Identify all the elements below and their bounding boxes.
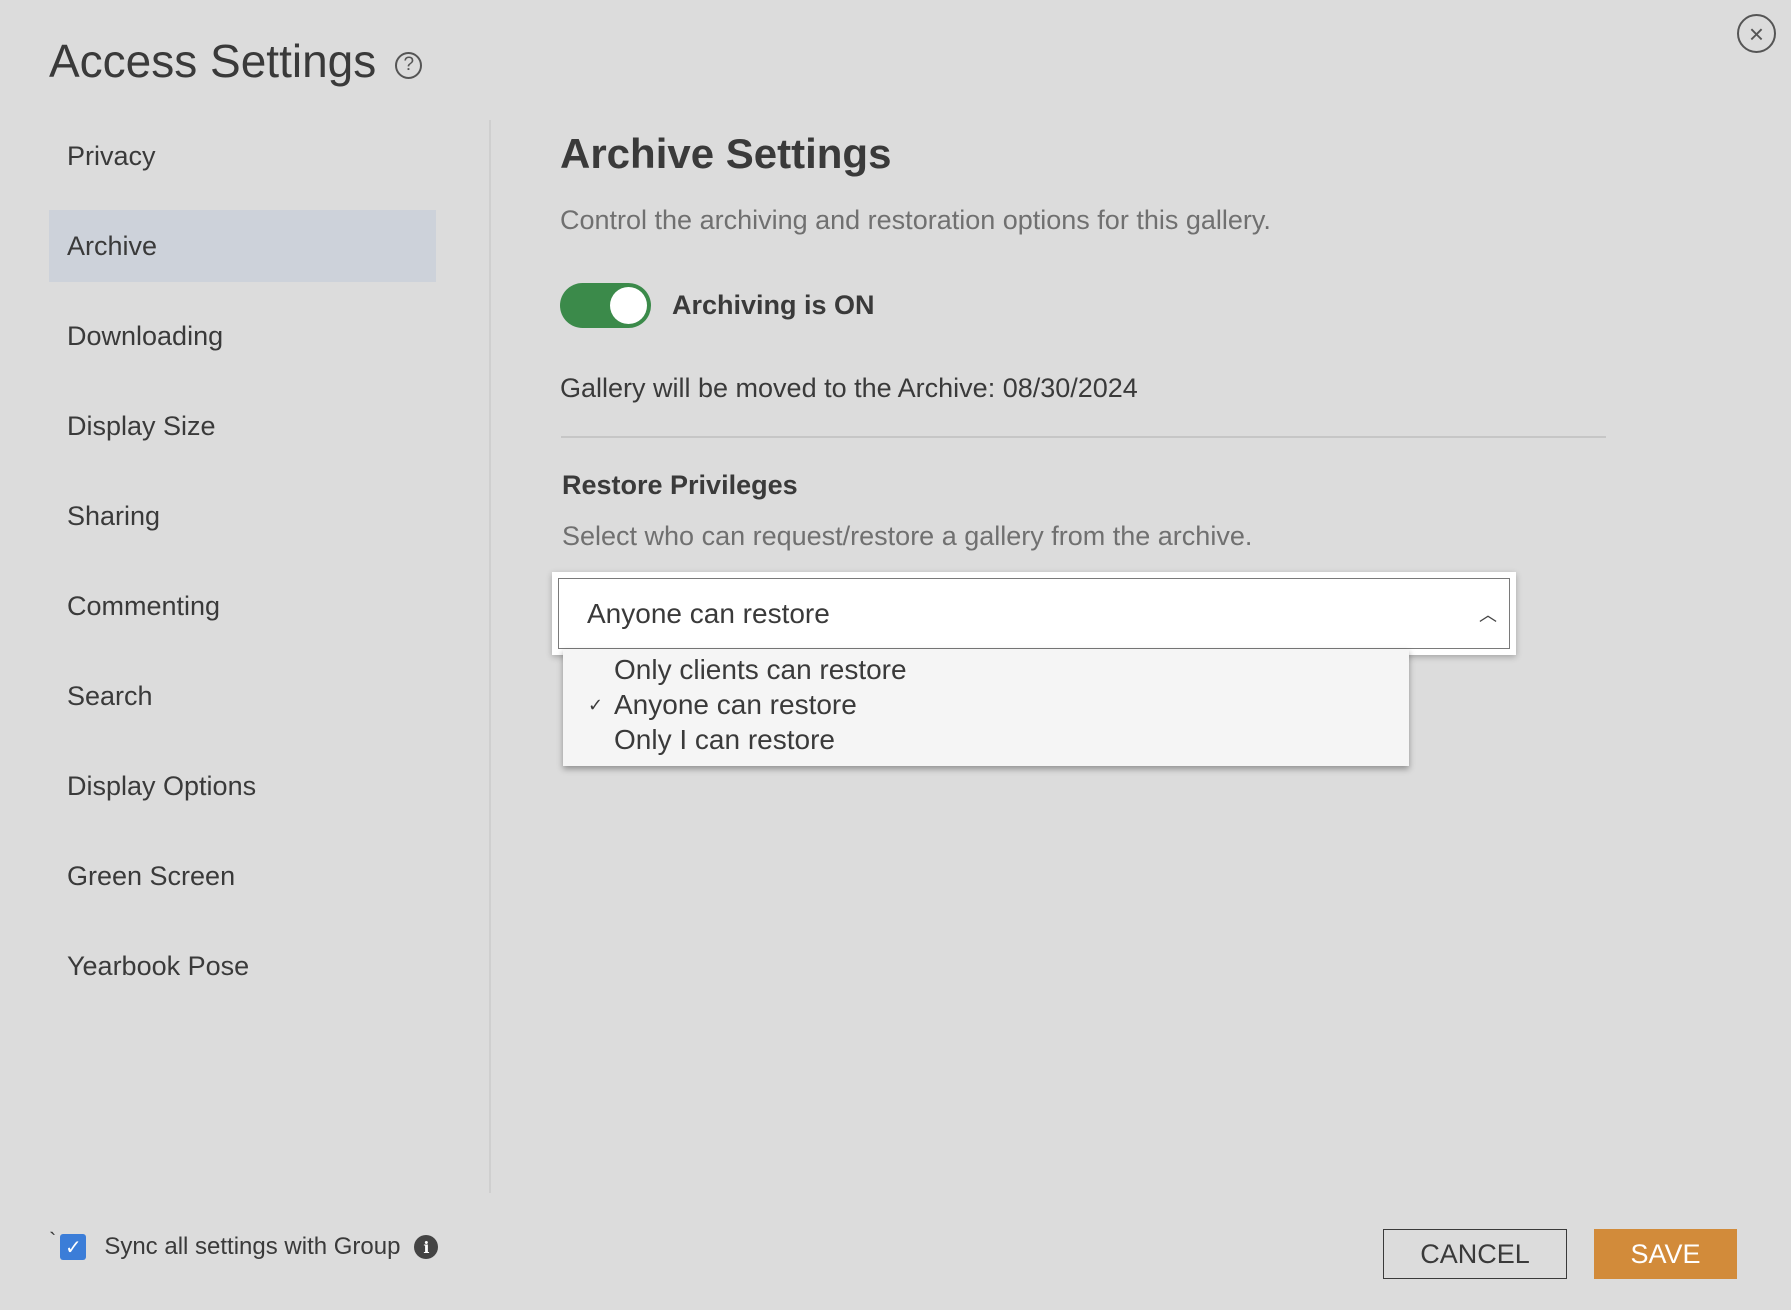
sidebar-item-sharing[interactable]: Sharing bbox=[49, 480, 436, 552]
restore-privileges-title: Restore Privileges bbox=[562, 470, 798, 500]
sidebar-item-commenting[interactable]: Commenting bbox=[49, 570, 436, 642]
option-only-clients[interactable]: Only clients can restore bbox=[563, 652, 1409, 687]
section-title: Archive Settings bbox=[560, 130, 892, 177]
sidebar-item-label: Archive bbox=[67, 230, 158, 261]
sidebar-item-label: Green Screen bbox=[67, 860, 236, 891]
sidebar-item-green-screen[interactable]: Green Screen bbox=[49, 840, 436, 912]
restore-select-wrapper: Anyone can restore ︿ bbox=[552, 572, 1516, 655]
sidebar-item-label: Sharing bbox=[67, 500, 161, 531]
sync-settings-row: ` ✓ Sync all settings with Group i bbox=[49, 1228, 439, 1261]
sidebar-item-search[interactable]: Search bbox=[49, 660, 436, 732]
sync-label: Sync all settings with Group bbox=[104, 1233, 401, 1260]
section-divider bbox=[561, 436, 1606, 438]
archiving-status-label: Archiving is ON bbox=[672, 290, 875, 320]
save-button[interactable]: SAVE bbox=[1594, 1229, 1737, 1279]
toggle-knob bbox=[610, 287, 647, 324]
sidebar-item-downloading[interactable]: Downloading bbox=[49, 300, 436, 372]
select-value: Anyone can restore bbox=[587, 597, 830, 629]
sidebar-item-privacy[interactable]: Privacy bbox=[49, 120, 436, 192]
sidebar-item-label: Yearbook Pose bbox=[67, 950, 250, 981]
sidebar-item-label: Search bbox=[67, 680, 153, 711]
cancel-button[interactable]: CANCEL bbox=[1383, 1229, 1567, 1279]
check-icon: ✓ bbox=[588, 695, 604, 715]
sidebar-item-yearbook-pose[interactable]: Yearbook Pose bbox=[49, 930, 436, 1002]
close-icon[interactable]: × bbox=[1737, 14, 1776, 53]
option-label: Only I can restore bbox=[614, 723, 835, 755]
section-description: Control the archiving and restoration op… bbox=[560, 205, 1271, 235]
sidebar-item-archive[interactable]: Archive bbox=[49, 210, 436, 282]
sidebar-item-display-options[interactable]: Display Options bbox=[49, 750, 436, 822]
modal-title: Access Settings ? bbox=[49, 34, 423, 88]
access-settings-modal: Access Settings ? × Privacy Archive Down… bbox=[0, 0, 1791, 1310]
option-label: Anyone can restore bbox=[614, 688, 857, 720]
restore-dropdown-menu: Only clients can restore ✓ Anyone can re… bbox=[563, 649, 1409, 766]
option-only-me[interactable]: Only I can restore bbox=[563, 722, 1409, 757]
info-icon[interactable]: i bbox=[414, 1235, 439, 1259]
sync-checkbox[interactable]: ✓ bbox=[60, 1234, 87, 1260]
backtick-mark: ` bbox=[49, 1228, 57, 1253]
sidebar-item-label: Display Options bbox=[67, 770, 257, 801]
option-label: Only clients can restore bbox=[614, 653, 907, 685]
archiving-toggle[interactable] bbox=[560, 283, 651, 328]
restore-privileges-description: Select who can request/restore a gallery… bbox=[562, 521, 1253, 551]
sidebar-item-label: Privacy bbox=[67, 140, 156, 171]
option-anyone[interactable]: ✓ Anyone can restore bbox=[563, 687, 1409, 722]
sidebar-divider bbox=[489, 120, 491, 1193]
question-circle-icon[interactable]: ? bbox=[395, 51, 423, 79]
settings-sidebar: Privacy Archive Downloading Display Size… bbox=[49, 120, 436, 1020]
checkmark-icon: ✓ bbox=[64, 1236, 82, 1259]
sidebar-item-label: Display Size bbox=[67, 410, 216, 441]
archive-date-text: Gallery will be moved to the Archive: 08… bbox=[560, 373, 1138, 403]
sidebar-item-label: Downloading bbox=[67, 320, 224, 351]
chevron-up-icon: ︿ bbox=[1479, 604, 1497, 625]
modal-title-text: Access Settings bbox=[49, 35, 377, 87]
sidebar-item-display-size[interactable]: Display Size bbox=[49, 390, 436, 462]
sidebar-item-label: Commenting bbox=[67, 590, 221, 621]
archiving-toggle-row: Archiving is ON bbox=[560, 283, 875, 328]
restore-privileges-select[interactable]: Anyone can restore ︿ bbox=[558, 578, 1510, 649]
